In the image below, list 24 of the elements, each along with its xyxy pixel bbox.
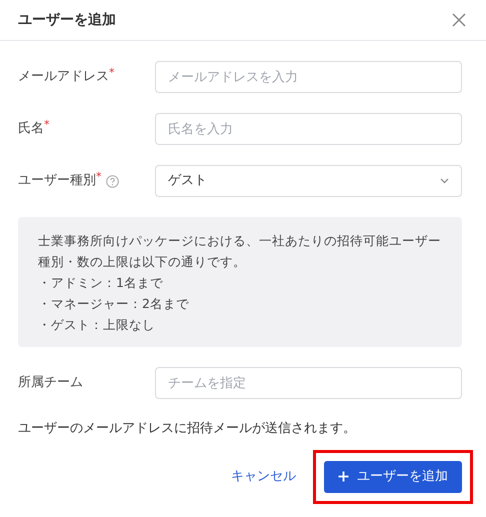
dialog-title: ユーザーを追加 bbox=[18, 10, 116, 30]
info-line: ・アドミン：1名まで bbox=[38, 274, 164, 292]
chevron-down-icon bbox=[440, 178, 449, 184]
info-line: ・マネージャー：2名まで bbox=[38, 295, 190, 313]
info-line: ・ゲスト：上限なし bbox=[38, 316, 156, 334]
select-field[interactable]: ゲスト bbox=[155, 165, 462, 197]
add-user-button[interactable]: ユーザーを追加 bbox=[324, 460, 462, 492]
close-icon bbox=[452, 13, 466, 27]
input-field[interactable]: チームを指定 bbox=[155, 367, 462, 399]
required-mark: * bbox=[44, 117, 50, 134]
help-icon[interactable] bbox=[106, 174, 118, 188]
field-label: メールアドレス bbox=[18, 68, 109, 86]
input-field[interactable]: 氏名を入力 bbox=[155, 113, 462, 145]
field-label: 所属チーム bbox=[18, 374, 83, 392]
note-text: ユーザーのメールアドレスに招待メールが送信されます。 bbox=[18, 420, 357, 438]
info-text: 士業事務所向けパッケージにおける、一社あたりの招待可能ユーザー種別・数の上限は以下の通りです。 bbox=[38, 232, 442, 271]
required-mark: * bbox=[96, 169, 102, 186]
input-field[interactable]: メールアドレスを入力 bbox=[155, 61, 462, 93]
required-mark: * bbox=[109, 65, 114, 82]
plus-icon bbox=[338, 471, 349, 482]
cancel-button[interactable]: キャンセル bbox=[227, 460, 300, 492]
field-label: ユーザー種別 bbox=[18, 172, 96, 190]
field-label: 氏名 bbox=[18, 120, 44, 138]
close-button[interactable] bbox=[450, 11, 468, 29]
